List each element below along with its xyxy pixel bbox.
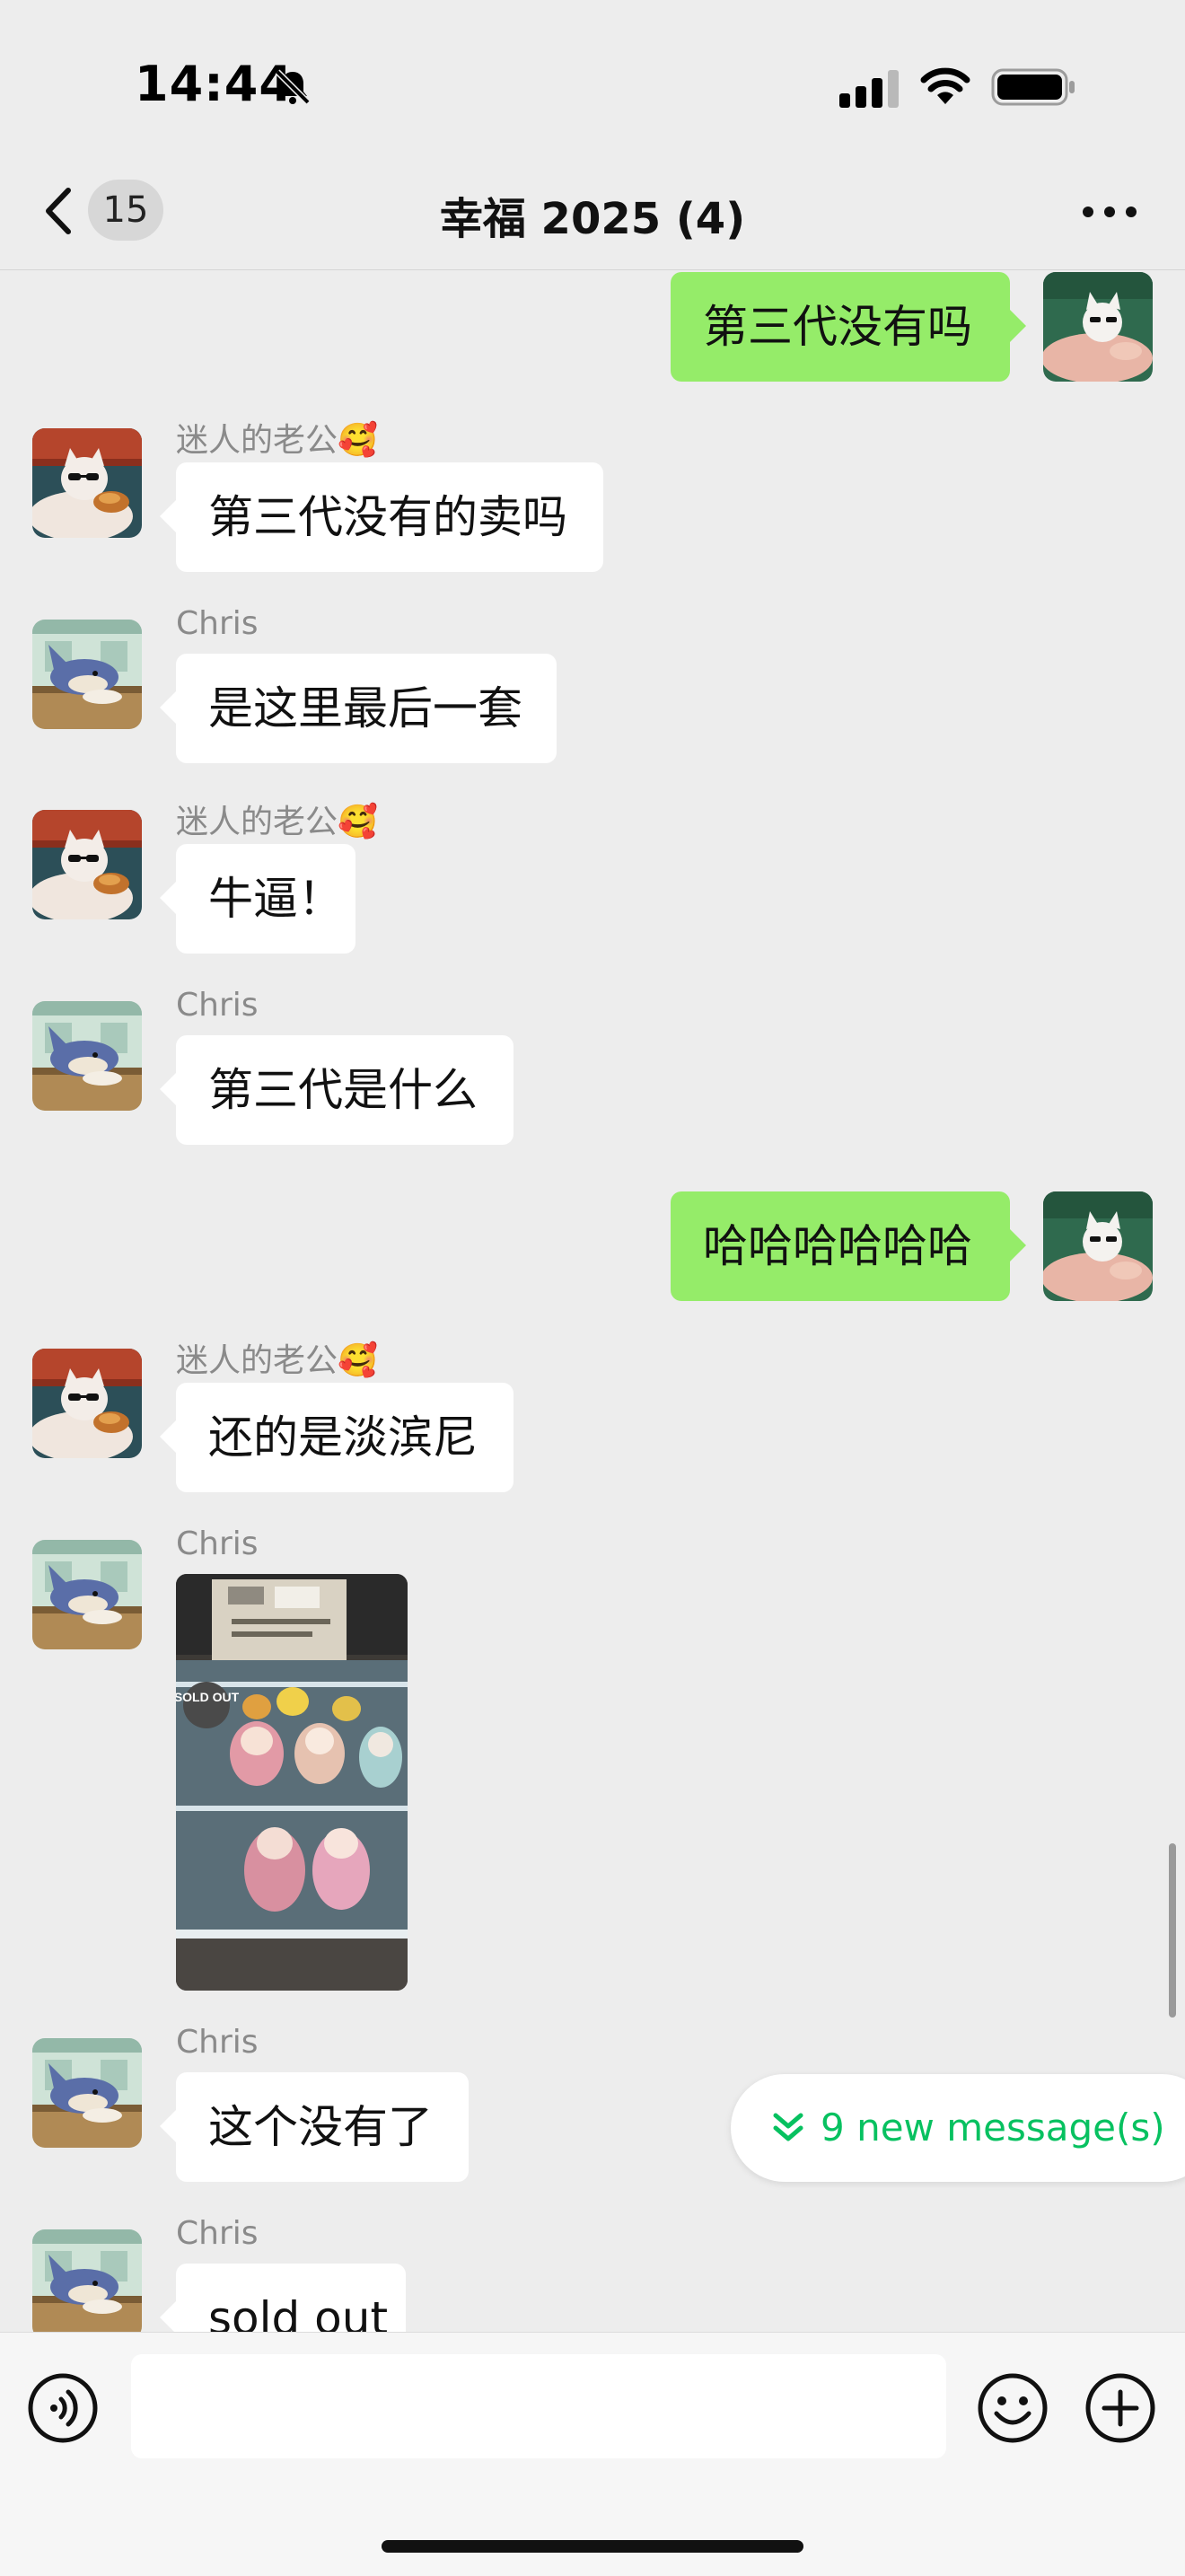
input-bar xyxy=(0,2332,1185,2576)
sender-name: Chris xyxy=(176,605,259,642)
chat-header: 15 幸福 2025 (4) xyxy=(0,153,1185,270)
sender-avatar[interactable] xyxy=(32,2038,142,2148)
sender-name: Chris xyxy=(176,2024,259,2061)
sender-avatar[interactable] xyxy=(32,1001,142,1111)
double-chevron-down-icon xyxy=(773,2113,803,2141)
sender-avatar[interactable] xyxy=(32,1540,142,1649)
shared-photo[interactable]: SOLD OUT xyxy=(176,1574,408,1991)
message-bubble[interactable]: 是这里最后一套 xyxy=(160,654,557,763)
more-options-button[interactable] xyxy=(1074,189,1146,233)
message-bubble[interactable]: 这个没有了 xyxy=(160,2072,469,2182)
home-indicator[interactable] xyxy=(382,2540,803,2553)
my-avatar[interactable] xyxy=(1043,272,1153,382)
message-incoming-image: Chris SOLD OUT xyxy=(0,1525,1185,2001)
sender-name: 迷人的老公🥰 xyxy=(176,1342,378,1379)
bell-slash-icon xyxy=(275,69,311,105)
message-bubble[interactable]: 哈哈哈哈哈哈 xyxy=(671,1191,1026,1301)
chat-title: 幸福 2025 (4) xyxy=(439,194,746,244)
sender-name: Chris xyxy=(176,2215,259,2252)
sender-avatar[interactable] xyxy=(32,810,142,919)
sender-name: 迷人的老公🥰 xyxy=(176,422,378,459)
message-bubble[interactable]: 还的是淡滨尼 xyxy=(160,1383,514,1492)
message-incoming: Chris 第三代是什么 xyxy=(0,987,1185,1166)
message-incoming: 迷人的老公🥰 牛逼！ xyxy=(0,796,1185,975)
cellular-signal-icon xyxy=(839,70,899,108)
message-bubble[interactable]: 牛逼！ xyxy=(160,844,356,954)
message-incoming: 迷人的老公🥰 还的是淡滨尼 xyxy=(0,1334,1185,1514)
message-bubble[interactable]: sold out xyxy=(160,2264,406,2332)
my-avatar[interactable] xyxy=(1043,1191,1153,1301)
wifi-icon xyxy=(920,67,970,104)
new-messages-button[interactable]: 9 new message(s) xyxy=(731,2074,1185,2182)
message-incoming: 迷人的老公🥰 第三代没有的卖吗 xyxy=(0,414,1185,593)
voice-icon[interactable] xyxy=(27,2372,99,2444)
status-bar: 14:44 xyxy=(0,0,1185,153)
status-time: 14:44 xyxy=(135,56,294,112)
sender-name: Chris xyxy=(176,987,259,1024)
new-messages-label: 9 new message(s) xyxy=(821,2106,1165,2150)
message-incoming: Chris sold out xyxy=(0,2215,1185,2332)
message-outgoing: 第三代没有吗 xyxy=(0,270,1185,387)
sender-avatar[interactable] xyxy=(32,1349,142,1458)
sender-name: Chris xyxy=(176,1525,259,1562)
scrollbar[interactable] xyxy=(1169,1843,1176,2018)
sender-name: 迷人的老公🥰 xyxy=(176,804,378,840)
sender-avatar[interactable] xyxy=(32,620,142,729)
message-list[interactable]: 第三代没有吗 迷人的老公🥰 第三代没有的卖吗 Chris 是这里最后一套 迷人的… xyxy=(0,270,1185,2332)
ellipsis-icon xyxy=(1083,207,1093,217)
sender-avatar[interactable] xyxy=(32,428,142,538)
emoji-icon[interactable] xyxy=(977,2372,1049,2444)
message-outgoing: 哈哈哈哈哈哈 xyxy=(0,1191,1185,1308)
message-bubble[interactable]: 第三代没有吗 xyxy=(671,272,1026,382)
plus-icon[interactable] xyxy=(1084,2372,1156,2444)
message-bubble[interactable]: 第三代是什么 xyxy=(160,1035,514,1145)
message-bubble[interactable]: 第三代没有的卖吗 xyxy=(160,462,603,572)
message-incoming: Chris 是这里最后一套 xyxy=(0,605,1185,785)
sender-avatar[interactable] xyxy=(32,2229,142,2332)
battery-icon xyxy=(991,68,1075,106)
photo-sold-out-label: SOLD OUT xyxy=(176,1690,240,1704)
message-input[interactable] xyxy=(131,2354,946,2458)
